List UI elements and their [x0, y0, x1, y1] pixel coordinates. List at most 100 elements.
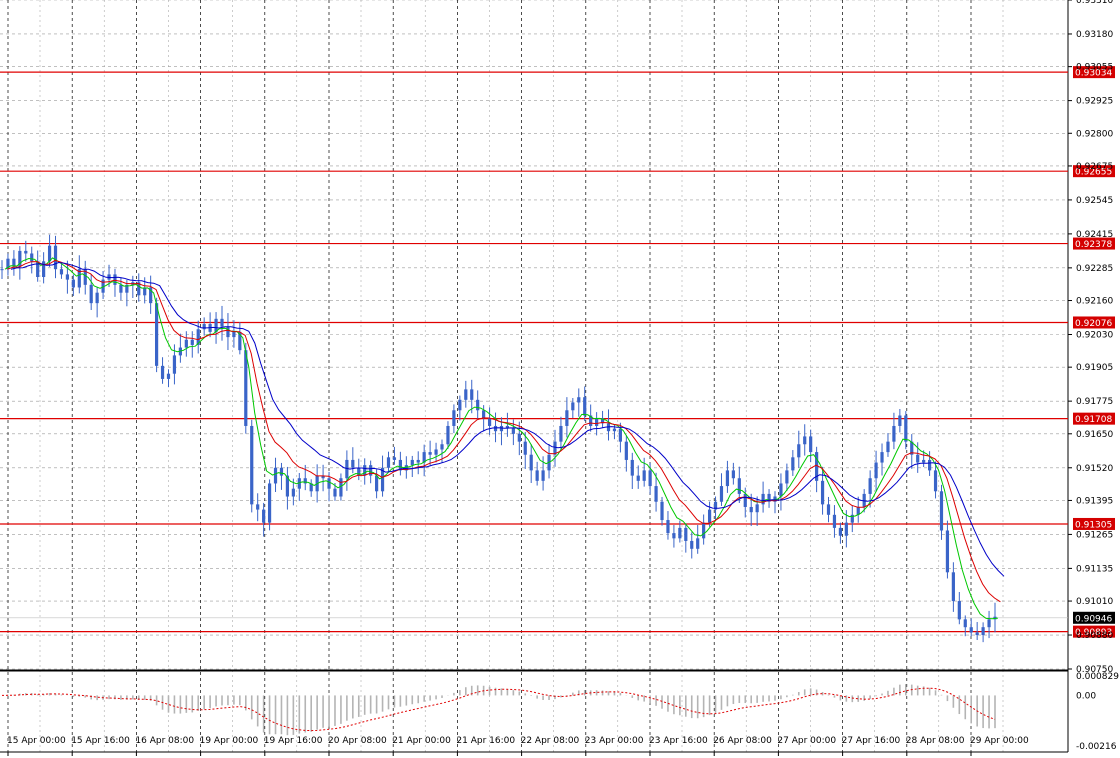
candle-body	[464, 389, 468, 400]
candle-body	[969, 627, 973, 633]
candle-body	[517, 433, 521, 442]
candle-body	[53, 245, 58, 270]
candle-body	[898, 415, 902, 426]
price-tick-label: 0.92415	[1076, 230, 1113, 240]
macd-tick-label: -0.00216	[1076, 742, 1117, 752]
candle-body	[933, 470, 938, 492]
candle-body	[363, 465, 367, 476]
candle-body	[410, 459, 414, 466]
candle-body	[220, 318, 224, 327]
candle-body	[666, 520, 670, 534]
candle-body	[351, 459, 355, 468]
candle-body	[612, 428, 617, 432]
level-price-label: 0.92076	[1075, 319, 1112, 329]
time-tick-label: 27 Apr 16:00	[842, 736, 901, 746]
candle-body	[244, 350, 248, 426]
candle-body	[256, 504, 260, 510]
candle-body	[719, 486, 724, 502]
candle-body	[803, 436, 807, 445]
candle-body	[267, 483, 272, 523]
candle-body	[785, 470, 789, 484]
candle-body	[844, 522, 848, 536]
time-tick-label: 22 Apr 08:00	[521, 736, 580, 746]
candle-body	[642, 470, 646, 481]
candle-body	[202, 324, 206, 330]
price-chart[interactable]: 0.930340.926550.923780.920760.917080.913…	[0, 0, 1120, 758]
time-tick-label: 28 Apr 08:00	[906, 736, 965, 746]
candle-body	[826, 504, 831, 515]
price-tick-label: 0.90880	[1076, 631, 1113, 641]
time-tick-label: 15 Apr 16:00	[71, 736, 130, 746]
time-tick-label: 26 Apr 08:00	[713, 736, 772, 746]
candle-body	[327, 478, 331, 489]
price-tick-label: 0.93055	[1076, 63, 1113, 73]
candle-body	[951, 572, 955, 602]
price-tick-label: 0.92160	[1076, 297, 1113, 307]
price-tick-label: 0.90750	[1076, 665, 1113, 675]
candle-body	[487, 418, 492, 426]
level-price-label: 0.91305	[1075, 520, 1112, 530]
candle-body	[493, 425, 498, 432]
candle-body	[71, 279, 75, 288]
candle-body	[559, 425, 563, 442]
candle-body	[333, 488, 337, 497]
candle-body	[761, 493, 765, 505]
candle-body	[743, 493, 747, 507]
candle-body	[499, 425, 504, 432]
candle-body	[529, 454, 533, 471]
level-price-label: 0.92378	[1075, 240, 1112, 250]
price-tick-label: 0.92285	[1076, 264, 1113, 274]
price-tick-label: 0.91520	[1076, 464, 1113, 474]
candle-body	[428, 452, 432, 455]
candle-body	[654, 486, 658, 502]
candle-body	[832, 514, 837, 528]
candle-body	[725, 470, 730, 487]
candle-body	[624, 441, 628, 460]
candle-body	[458, 399, 462, 411]
candle-body	[541, 470, 545, 481]
candle-body	[440, 444, 444, 450]
candle-body	[791, 457, 795, 471]
price-tick-label: 0.92545	[1076, 196, 1113, 206]
candle-body	[482, 410, 486, 419]
candle-body	[154, 303, 159, 366]
candle-body	[755, 504, 759, 513]
candle-body	[523, 441, 527, 455]
time-tick-label: 21 Apr 16:00	[456, 736, 515, 746]
candle-body	[838, 527, 843, 536]
candle-body	[779, 483, 783, 497]
candle-body	[59, 269, 64, 275]
time-tick-label: 20 Apr 08:00	[328, 736, 387, 746]
price-tick-label: 0.92800	[1076, 129, 1113, 139]
candle-body	[927, 459, 932, 471]
price-tick-label: 0.91265	[1076, 530, 1113, 540]
time-tick-label: 21 Apr 00:00	[392, 736, 451, 746]
candle-body	[880, 452, 884, 463]
candle-body	[89, 284, 93, 304]
macd-tick-label: 0.00	[1076, 691, 1096, 701]
candle-body	[386, 457, 391, 468]
candle-body	[535, 470, 539, 481]
candle-body	[696, 538, 700, 549]
candle-body	[886, 441, 890, 453]
price-tick-label: 0.92925	[1076, 97, 1113, 107]
candle-body	[678, 527, 682, 539]
candle-body	[904, 415, 908, 442]
price-tick-label: 0.91775	[1076, 397, 1113, 407]
candle-body	[737, 478, 741, 494]
candle-body	[939, 491, 944, 531]
candle-body	[452, 410, 456, 426]
candle-body	[892, 425, 896, 442]
candle-body	[470, 389, 474, 400]
candle-body	[392, 457, 397, 460]
candle-body	[577, 397, 581, 403]
candle-body	[987, 619, 991, 628]
candle-body	[30, 253, 34, 262]
time-tick-label: 15 Apr 00:00	[7, 736, 66, 746]
candle-body	[922, 459, 926, 463]
candle-body	[143, 287, 147, 296]
candle-body	[446, 425, 450, 445]
candle-body	[160, 365, 165, 379]
candle-body	[119, 284, 123, 293]
price-tick-label: 0.91395	[1076, 496, 1113, 506]
